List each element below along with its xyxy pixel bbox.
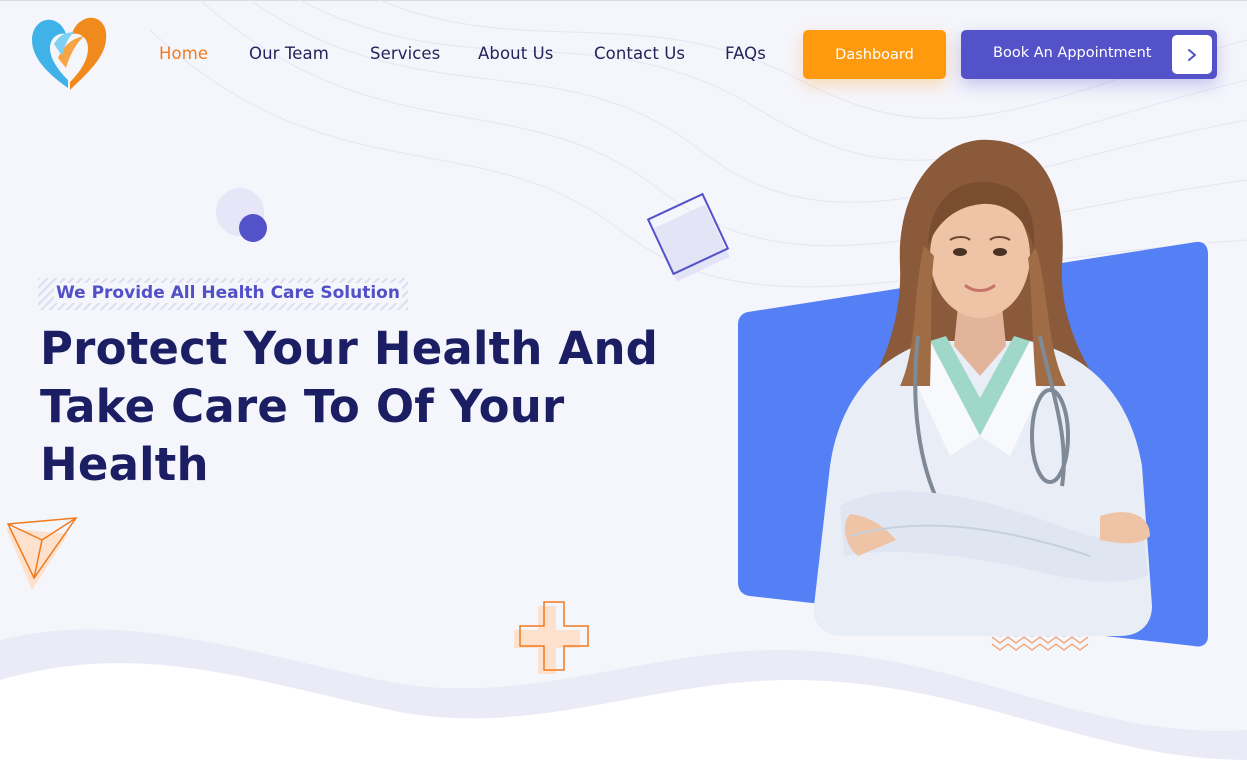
nav-faqs[interactable]: FAQs	[725, 44, 766, 63]
paper-plane-icon	[6, 517, 78, 590]
book-appointment-label: Book An Appointment	[993, 45, 1152, 61]
dashboard-button[interactable]: Dashboard	[803, 30, 946, 79]
tagline-badge: We Provide All Health Care Solution	[38, 278, 408, 310]
doctor-portrait-image	[813, 139, 1152, 636]
bottom-wave-decoration	[0, 629, 1247, 768]
hero-title-line-3: Health	[40, 438, 209, 491]
chevron-right-icon	[1172, 35, 1212, 74]
circle-decoration-icon	[216, 188, 267, 242]
heart-logo-icon[interactable]	[28, 14, 112, 94]
nav-our-team[interactable]: Our Team	[249, 44, 329, 63]
nav-about-us[interactable]: About Us	[478, 44, 554, 63]
hero-title-line-1: Protect Your Health And	[40, 322, 659, 375]
hero-title: Protect Your Health And Take Care To Of …	[40, 320, 680, 494]
hero-title-line-2: Take Care To Of Your	[40, 380, 565, 433]
nav-contact-us[interactable]: Contact Us	[594, 44, 685, 63]
nav-services[interactable]: Services	[370, 44, 440, 63]
nav-home[interactable]: Home	[159, 44, 208, 63]
hero-tagline: We Provide All Health Care Solution	[54, 283, 402, 303]
book-appointment-button[interactable]: Book An Appointment	[961, 30, 1217, 79]
square-decoration-icon	[646, 192, 730, 282]
dashboard-button-label: Dashboard	[835, 46, 914, 63]
